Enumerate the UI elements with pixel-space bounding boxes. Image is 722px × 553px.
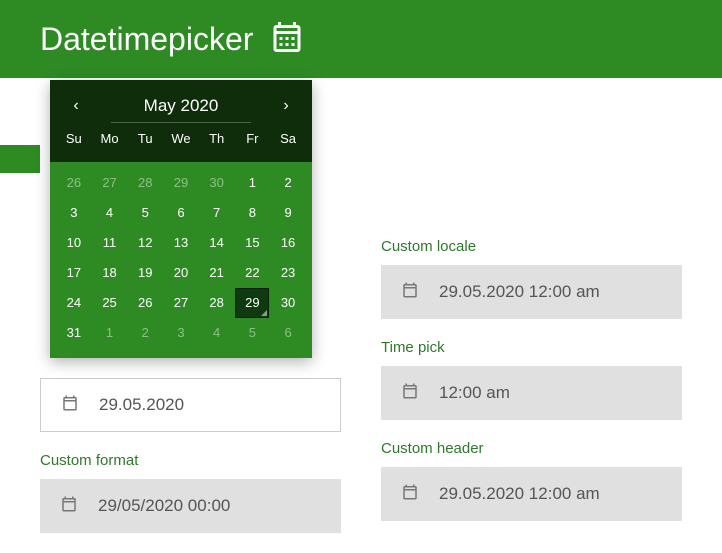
right-column: Custom locale 29.05.2020 12:00 am Time p… xyxy=(381,98,682,533)
calendar-day[interactable]: 29 xyxy=(164,168,198,198)
calendar-icon xyxy=(401,281,419,304)
weekday-header: We xyxy=(164,131,198,146)
calendar-icon xyxy=(61,394,79,417)
calendar-icon xyxy=(401,382,419,405)
calendar-day[interactable]: 31 xyxy=(57,318,91,348)
calendar-day[interactable]: 5 xyxy=(128,198,162,228)
weekday-header: Tu xyxy=(128,131,162,146)
calendar-day[interactable]: 18 xyxy=(93,258,127,288)
calendar-day[interactable]: 9 xyxy=(271,198,305,228)
calendar-day[interactable]: 12 xyxy=(128,228,162,258)
calendar-day[interactable]: 3 xyxy=(57,198,91,228)
calendar-day[interactable]: 2 xyxy=(271,168,305,198)
calendar-grid: 2627282930123456789101112131415161718192… xyxy=(50,162,312,358)
calendar-icon xyxy=(60,495,78,518)
calendar-row: 3456789 xyxy=(56,198,306,228)
custom-format-value: 29/05/2020 00:00 xyxy=(98,496,230,516)
calendar-row: 31123456 xyxy=(56,318,306,348)
calendar-title[interactable]: May 2020 xyxy=(144,96,219,116)
calendar-day[interactable]: 27 xyxy=(93,168,127,198)
calendar-row: 24252627282930 xyxy=(56,288,306,318)
calendar-day[interactable]: 30 xyxy=(200,168,234,198)
calendar-day[interactable]: 5 xyxy=(235,318,269,348)
time-pick-value: 12:00 am xyxy=(439,383,510,403)
custom-locale-input[interactable]: 29.05.2020 12:00 am xyxy=(381,265,682,319)
calendar-icon xyxy=(401,483,419,506)
calendar-day[interactable]: 22 xyxy=(235,258,269,288)
calendar-day[interactable]: 24 xyxy=(57,288,91,318)
weekday-header: Mo xyxy=(93,131,127,146)
page-title: Datetimepicker xyxy=(40,21,253,58)
calendar-header: ‹ May 2020 › SuMoTuWeThFrSa xyxy=(50,80,312,162)
custom-format-input[interactable]: 29/05/2020 00:00 xyxy=(40,479,341,533)
calendar-popup: ‹ May 2020 › SuMoTuWeThFrSa 262728293012… xyxy=(50,80,312,358)
calendar-day[interactable]: 1 xyxy=(235,168,269,198)
calendar-day[interactable]: 7 xyxy=(200,198,234,228)
calendar-day[interactable]: 26 xyxy=(57,168,91,198)
calendar-day[interactable]: 3 xyxy=(164,318,198,348)
custom-format-label: Custom format xyxy=(40,452,341,469)
calendar-day[interactable]: 4 xyxy=(200,318,234,348)
calendar-day[interactable]: 10 xyxy=(57,228,91,258)
calendar-row: 262728293012 xyxy=(56,168,306,198)
calendar-day[interactable]: 1 xyxy=(93,318,127,348)
calendar-day[interactable]: 28 xyxy=(128,168,162,198)
top-spacer xyxy=(381,98,682,218)
calendar-day[interactable]: 21 xyxy=(200,258,234,288)
calendar-day[interactable]: 11 xyxy=(93,228,127,258)
calendar-day[interactable]: 29 xyxy=(235,288,269,318)
calendar-day[interactable]: 15 xyxy=(235,228,269,258)
custom-locale-label: Custom locale xyxy=(381,238,682,255)
sidebar-stub xyxy=(0,145,40,173)
calendar-row: 10111213141516 xyxy=(56,228,306,258)
calendar-day[interactable]: 14 xyxy=(200,228,234,258)
calendar-day[interactable]: 4 xyxy=(93,198,127,228)
calendar-day[interactable]: 25 xyxy=(93,288,127,318)
time-pick-input[interactable]: 12:00 am xyxy=(381,366,682,420)
custom-header-value: 29.05.2020 12:00 am xyxy=(439,484,600,504)
calendar-day[interactable]: 28 xyxy=(200,288,234,318)
calendar-day[interactable]: 8 xyxy=(235,198,269,228)
custom-header-label: Custom header xyxy=(381,440,682,457)
weekday-header: Th xyxy=(200,131,234,146)
time-pick-label: Time pick xyxy=(381,339,682,356)
calendar-day[interactable]: 26 xyxy=(128,288,162,318)
prev-month-button[interactable]: ‹ xyxy=(66,97,86,115)
date-pick-value: 29.05.2020 xyxy=(99,395,184,415)
calendar-day[interactable]: 13 xyxy=(164,228,198,258)
weekday-header: Fr xyxy=(235,131,269,146)
calendar-day[interactable]: 16 xyxy=(271,228,305,258)
title-divider xyxy=(111,122,251,123)
popup-tail xyxy=(76,350,92,366)
calendar-day[interactable]: 2 xyxy=(128,318,162,348)
custom-header-input[interactable]: 29.05.2020 12:00 am xyxy=(381,467,682,521)
weekday-header: Sa xyxy=(271,131,305,146)
app-header: Datetimepicker xyxy=(0,0,722,78)
calendar-day[interactable]: 23 xyxy=(271,258,305,288)
next-month-button[interactable]: › xyxy=(276,97,296,115)
custom-locale-value: 29.05.2020 12:00 am xyxy=(439,282,600,302)
calendar-day[interactable]: 20 xyxy=(164,258,198,288)
calendar-row: 17181920212223 xyxy=(56,258,306,288)
calendar-day[interactable]: 17 xyxy=(57,258,91,288)
weekday-header: Su xyxy=(57,131,91,146)
calendar-day[interactable]: 6 xyxy=(164,198,198,228)
calendar-day[interactable]: 6 xyxy=(271,318,305,348)
calendar-icon xyxy=(269,19,305,60)
calendar-day[interactable]: 30 xyxy=(271,288,305,318)
calendar-day[interactable]: 19 xyxy=(128,258,162,288)
weekday-row: SuMoTuWeThFrSa xyxy=(50,131,312,146)
calendar-day[interactable]: 27 xyxy=(164,288,198,318)
date-pick-input[interactable]: 29.05.2020 xyxy=(40,378,341,432)
